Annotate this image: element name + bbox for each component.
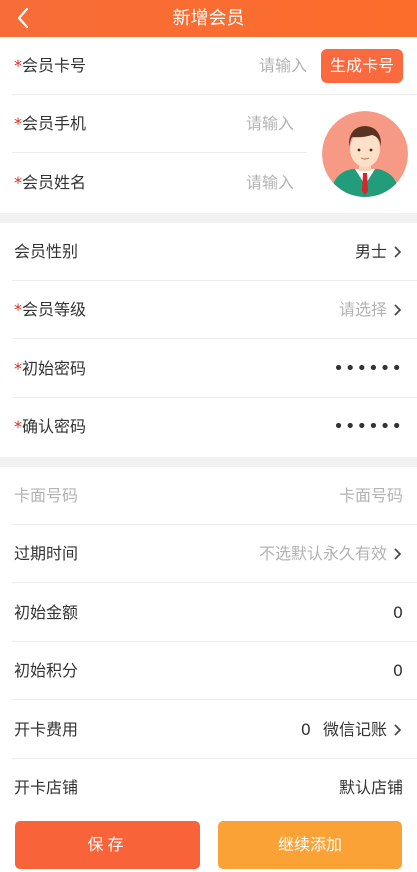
account-section: 会员性别 男士 *会员等级 请选择 *初始密码 •••••• *确认密码 •••… bbox=[0, 223, 417, 457]
divider bbox=[12, 338, 417, 339]
save-button[interactable]: 保存 bbox=[15, 821, 200, 869]
confirm-password-input[interactable]: •••••• bbox=[333, 398, 403, 456]
divider bbox=[12, 582, 417, 583]
shop-row: 开卡店铺 默认店铺 bbox=[0, 759, 417, 817]
header-bar: 新增会员 bbox=[0, 0, 417, 37]
init-amount-label: 初始金额 bbox=[14, 603, 79, 622]
chevron-right-icon bbox=[394, 724, 402, 736]
init-points-label: 初始积分 bbox=[14, 661, 79, 680]
divider bbox=[12, 152, 307, 153]
chevron-right-icon bbox=[394, 548, 402, 560]
card-fee-value: 0 微信记账 bbox=[301, 701, 403, 759]
card-detail-section: 卡面号码 卡面号码 过期时间 不选默认永久有效 初始金额 0 初始积分 0 开卡… bbox=[0, 467, 417, 810]
init-password-row: *初始密码 •••••• bbox=[0, 340, 417, 398]
init-password-label: *初始密码 bbox=[14, 359, 87, 378]
card-number-row: *会员卡号 请输入 生成卡号 bbox=[0, 37, 417, 95]
expire-label: 过期时间 bbox=[14, 544, 79, 563]
init-points-input[interactable]: 0 bbox=[393, 642, 403, 700]
card-fee-amount[interactable]: 0 bbox=[301, 701, 311, 759]
confirm-password-row: *确认密码 •••••• bbox=[0, 398, 417, 456]
footer-bar: 保存 继续添加 bbox=[0, 810, 417, 872]
face-number-label: 卡面号码 bbox=[14, 486, 79, 505]
card-fee-label: 开卡费用 bbox=[14, 720, 79, 739]
avatar-image bbox=[322, 111, 408, 197]
gender-value[interactable]: 男士 bbox=[355, 223, 403, 281]
init-amount-input[interactable]: 0 bbox=[393, 584, 403, 642]
face-number-row: 卡面号码 卡面号码 bbox=[0, 467, 417, 525]
shop-value: 默认店铺 bbox=[338, 778, 403, 797]
divider bbox=[12, 699, 417, 700]
card-number-input[interactable]: 请输入 bbox=[259, 37, 307, 95]
payment-method-select[interactable]: 微信记账 bbox=[323, 701, 387, 759]
name-label: *会员姓名 bbox=[14, 173, 87, 192]
level-value[interactable]: 请选择 bbox=[339, 281, 403, 339]
level-text: 请选择 bbox=[338, 300, 387, 319]
level-row[interactable]: *会员等级 请选择 bbox=[0, 281, 417, 339]
confirm-password-label: *确认密码 bbox=[14, 417, 87, 436]
init-amount-row: 初始金额 0 bbox=[0, 584, 417, 642]
expire-value[interactable]: 不选默认永久有效 bbox=[259, 525, 403, 583]
level-label: *会员等级 bbox=[14, 300, 87, 319]
gender-label: 会员性别 bbox=[14, 242, 79, 261]
expire-text: 不选默认永久有效 bbox=[258, 544, 387, 563]
shop-label: 开卡店铺 bbox=[14, 778, 79, 797]
expire-row[interactable]: 过期时间 不选默认永久有效 bbox=[0, 525, 417, 583]
face-number-input[interactable]: 卡面号码 bbox=[339, 467, 403, 525]
gender-text: 男士 bbox=[354, 242, 387, 261]
card-number-label: *会员卡号 bbox=[14, 56, 87, 75]
card-fee-row: 开卡费用 0 微信记账 bbox=[0, 701, 417, 759]
phone-input[interactable]: 请输入 bbox=[246, 95, 294, 153]
continue-add-button[interactable]: 继续添加 bbox=[218, 821, 402, 869]
avatar[interactable] bbox=[322, 111, 408, 197]
generate-card-number-button[interactable]: 生成卡号 bbox=[321, 49, 403, 83]
chevron-right-icon bbox=[394, 304, 402, 316]
phone-label: *会员手机 bbox=[14, 114, 87, 133]
page-title: 新增会员 bbox=[172, 8, 245, 29]
init-password-input[interactable]: •••••• bbox=[333, 340, 403, 398]
chevron-right-icon bbox=[394, 246, 402, 258]
gender-row[interactable]: 会员性别 男士 bbox=[0, 223, 417, 281]
init-points-row: 初始积分 0 bbox=[0, 642, 417, 700]
name-input[interactable]: 请输入 bbox=[246, 154, 294, 212]
